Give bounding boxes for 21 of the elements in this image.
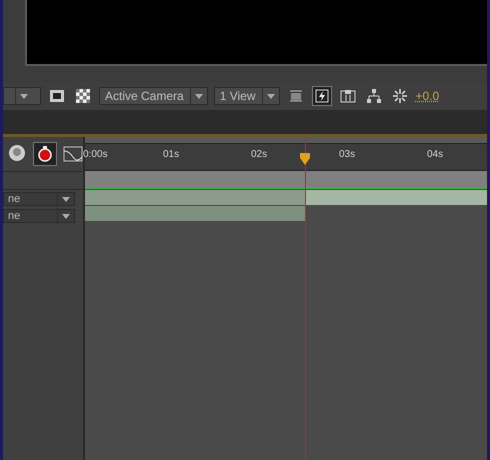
time-label: 0:00s [83,148,108,162]
mode-dropdown[interactable]: ne [3,192,75,206]
caret-icon [20,94,28,98]
caret-icon [62,214,70,218]
mode-dropdown[interactable]: ne [3,209,75,223]
caret-icon [266,94,275,98]
dropdown-button[interactable] [3,87,41,105]
time-label: 02s [251,148,268,162]
camera-dropdown[interactable]: Active Camera [99,87,208,105]
playhead-handle[interactable] [300,153,310,165]
fast-preview-icon[interactable] [312,86,332,106]
view-layout-dropdown[interactable]: 1 View [214,87,280,105]
time-label: 03s [339,148,356,162]
time-label: 04s [427,148,444,162]
motion-blur-icon[interactable] [33,142,57,166]
exposure-value[interactable]: +0.0 [416,89,440,103]
graph-editor-icon[interactable] [63,146,83,162]
checkerboard-icon[interactable] [73,86,93,106]
time-label: 01s [163,148,180,162]
caret-icon [194,94,203,98]
caret-icon [62,196,70,202]
